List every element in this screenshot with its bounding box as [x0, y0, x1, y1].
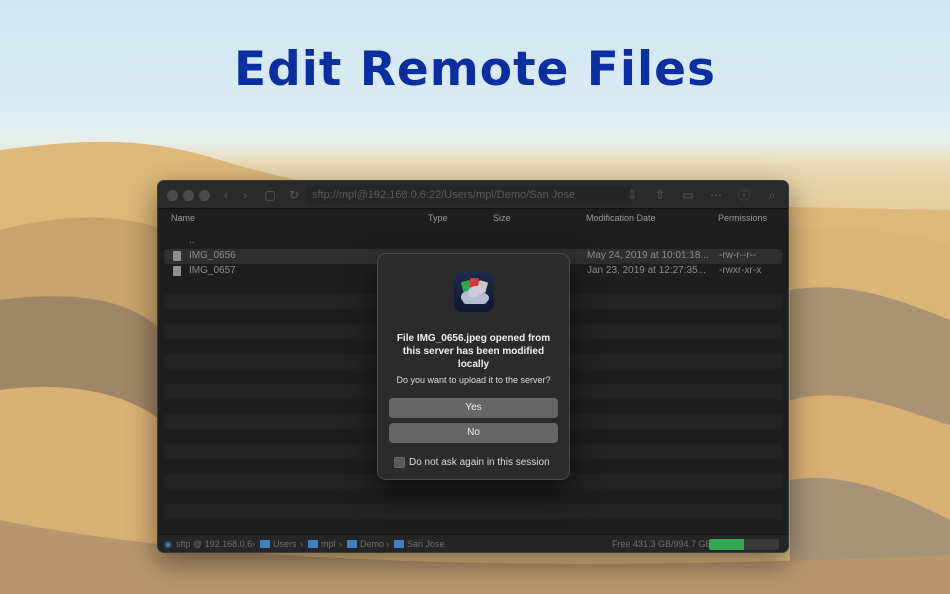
actions-icon[interactable]: ⋯: [708, 187, 724, 203]
status-bar: ◉ sftp @ 192.168.0.6 › Users › mpl › Dem…: [158, 534, 788, 552]
upload-icon[interactable]: ⇧: [652, 187, 668, 203]
document-icon: [173, 251, 181, 261]
close-window-button[interactable]: [167, 190, 178, 201]
path-field[interactable]: sftp://mpl@192.168.0.6:22/Users/mpl/Demo…: [306, 186, 631, 204]
chevron-right-icon: ›: [339, 539, 342, 549]
file-name: IMG_0656: [189, 250, 236, 261]
chevron-right-icon: ›: [386, 539, 389, 549]
refresh-icon[interactable]: ↻: [286, 187, 302, 203]
breadcrumb-demo[interactable]: Demo: [360, 539, 384, 549]
no-button[interactable]: No: [389, 423, 558, 443]
breadcrumb-users[interactable]: Users: [273, 539, 297, 549]
upload-confirmation-dialog: File IMG_0656.jpeg opened from this serv…: [377, 253, 570, 480]
sidebar-icon[interactable]: ▢: [262, 187, 278, 203]
titlebar: ‹ › ▢ ↻ sftp://mpl@192.168.0.6:22/Users/…: [158, 181, 788, 209]
file-modified: Jan 23, 2019 at 12:27:35...: [587, 265, 706, 276]
chevron-right-icon: ›: [252, 539, 255, 549]
folder-icon: [308, 540, 318, 548]
breadcrumb-mpl[interactable]: mpl: [321, 539, 336, 549]
search-icon[interactable]: ⌕: [764, 187, 780, 203]
empty-row: [164, 504, 782, 519]
do-not-ask-label[interactable]: Do not ask again in this session: [409, 457, 550, 468]
document-icon: [173, 266, 181, 276]
column-header-modified[interactable]: Modification Date: [586, 213, 656, 223]
column-header-permissions[interactable]: Permissions: [718, 213, 767, 223]
app-cloud-icon: [454, 272, 494, 312]
file-name: IMG_0657: [189, 265, 236, 276]
forward-arrow-icon[interactable]: ›: [237, 187, 253, 203]
column-header-type[interactable]: Type: [428, 213, 448, 223]
column-header-size[interactable]: Size: [493, 213, 511, 223]
folder-icon: [260, 540, 270, 548]
file-permissions: -rw-r--r--: [719, 250, 757, 261]
yes-button[interactable]: Yes: [389, 398, 558, 418]
parent-directory-row[interactable]: ..: [164, 234, 782, 249]
file-modified: May 24, 2019 at 10:01:18...: [587, 250, 709, 261]
globe-icon: ◉: [164, 539, 172, 549]
folder-icon: [394, 540, 404, 548]
do-not-ask-checkbox[interactable]: [394, 457, 405, 468]
chevron-right-icon: ›: [300, 539, 303, 549]
file-permissions: -rwxr-xr-x: [719, 265, 762, 276]
disk-usage-bar: [709, 539, 779, 550]
minimize-window-button[interactable]: [183, 190, 194, 201]
dialog-title: File IMG_0656.jpeg opened from this serv…: [396, 333, 551, 370]
headline: Edit Remote Files: [234, 42, 716, 97]
breadcrumb-san-jose[interactable]: San Jose: [407, 539, 445, 549]
new-folder-icon[interactable]: ▭: [680, 187, 696, 203]
back-arrow-icon[interactable]: ‹: [218, 187, 234, 203]
connection-label[interactable]: sftp @ 192.168.0.6: [176, 539, 252, 549]
download-icon[interactable]: ⇩: [624, 187, 640, 203]
zoom-window-button[interactable]: [199, 190, 210, 201]
dialog-message: Do you want to upload it to the server?: [396, 375, 551, 385]
info-icon[interactable]: ⓘ: [736, 187, 752, 203]
parent-directory-label: ..: [189, 235, 195, 246]
folder-icon: [347, 540, 357, 548]
column-header-name[interactable]: Name: [171, 213, 195, 223]
disk-usage-fill: [709, 539, 744, 550]
free-space-label: Free 431.3 GB/994.7 GB: [612, 539, 712, 549]
